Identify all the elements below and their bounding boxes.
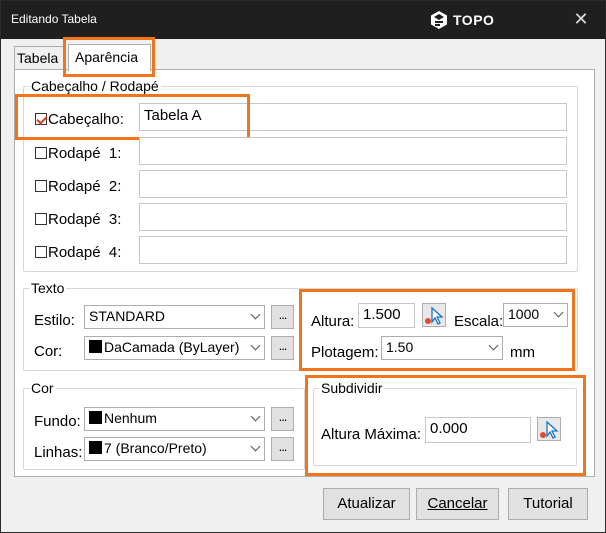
atualizar-button[interactable]: Atualizar [323, 488, 410, 520]
brand-name: TOPO [453, 12, 495, 28]
color-swatch-icon [89, 441, 102, 454]
fundo-label: Fundo: [34, 413, 81, 430]
color-swatch-icon [89, 411, 102, 424]
chevron-down-icon [488, 340, 499, 351]
title-bar: Editando Tabela TOPO ✕ [1, 1, 605, 39]
escala-select[interactable]: 1000 [503, 303, 568, 327]
tutorial-button[interactable]: Tutorial [508, 488, 588, 520]
linhas-label: Linhas: [34, 444, 83, 461]
cancelar-button[interactable]: Cancelar [416, 488, 499, 520]
estilo-label: Estilo: [34, 312, 75, 329]
group-cor-title: Cor [29, 380, 56, 396]
chevron-down-icon [250, 309, 261, 320]
estilo-select[interactable]: STANDARD [84, 305, 265, 329]
fundo-value: Nenhum [104, 410, 157, 426]
plotagem-value: 1.50 [386, 339, 414, 355]
fundo-more-button[interactable]: ... [271, 407, 294, 431]
checkbox-cabecalho[interactable]: Cabeçalho: [35, 111, 124, 128]
escala-label: Escala: [454, 313, 504, 330]
cabecalho-label: Cabeçalho: [48, 111, 124, 128]
group-header-footer-title: Cabeçalho / Rodapé [29, 78, 161, 94]
rodape-4-check-icon[interactable] [35, 246, 47, 258]
plotagem-label: Plotagem: [311, 344, 379, 361]
checkbox-rodape-1[interactable]: Rodapé 1: [35, 145, 121, 162]
estilo-more-button[interactable]: ... [271, 305, 294, 329]
estilo-value: STANDARD [89, 308, 165, 324]
chevron-down-icon [250, 441, 261, 452]
cor-more-button[interactable]: ... [271, 336, 294, 360]
altura-maxima-label: Altura Máxima: [321, 426, 422, 443]
rodape-2-input[interactable] [139, 170, 567, 198]
rodape-1-label: Rodapé 1: [48, 145, 122, 162]
rodape-3-label: Rodapé 3: [48, 211, 122, 228]
altura-pick-button[interactable] [422, 303, 446, 327]
group-subdividir-title: Subdividir [319, 380, 385, 396]
cor-value: DaCamada (ByLayer) [104, 339, 240, 355]
rodape-4-input[interactable] [139, 236, 567, 264]
escala-value: 1000 [508, 306, 540, 322]
tab-tabela[interactable]: Tabela [14, 46, 66, 70]
color-swatch-icon [89, 340, 102, 353]
tab-tabela-label: Tabela [17, 50, 59, 66]
cor-label: Cor: [34, 343, 63, 360]
altura-label: Altura: [311, 313, 355, 330]
window-title: Editando Tabela [11, 12, 97, 26]
altura-maxima-input[interactable]: 0.000 [425, 417, 531, 443]
linhas-select[interactable]: 7 (Branco/Preto) [84, 437, 265, 461]
checkbox-rodape-2[interactable]: Rodapé 2: [35, 178, 121, 195]
linhas-value: 7 (Branco/Preto) [104, 440, 207, 456]
checkbox-rodape-4[interactable]: Rodapé 4: [35, 244, 121, 261]
rodape-3-check-icon[interactable] [35, 213, 47, 225]
topo-logo-icon [431, 11, 447, 29]
plotagem-select[interactable]: 1.50 [381, 336, 503, 360]
unit-mm: mm [510, 344, 535, 361]
rodape-1-input[interactable] [139, 137, 567, 165]
tab-aparencia[interactable]: Aparência [68, 44, 151, 71]
cabecalho-check-icon[interactable] [35, 113, 47, 125]
cabecalho-input[interactable]: Tabela A [139, 103, 567, 131]
rodape-2-label: Rodapé 2: [48, 178, 122, 195]
altura-input[interactable]: 1.500 [358, 303, 415, 328]
rodape-2-check-icon[interactable] [35, 180, 47, 192]
chevron-down-icon [250, 340, 261, 351]
altura-maxima-pick-button[interactable] [537, 417, 561, 441]
rodape-1-check-icon[interactable] [35, 147, 47, 159]
group-texto-title: Texto [29, 280, 67, 296]
chevron-down-icon [250, 411, 261, 422]
dialog-window: Editando Tabela TOPO ✕ Tabela Aparência … [0, 0, 606, 533]
chevron-down-icon [553, 307, 564, 318]
checkbox-rodape-3[interactable]: Rodapé 3: [35, 211, 121, 228]
cor-select[interactable]: DaCamada (ByLayer) [84, 336, 265, 360]
pick-cursor-icon [540, 420, 559, 439]
rodape-3-input[interactable] [139, 203, 567, 231]
fundo-select[interactable]: Nenhum [84, 407, 265, 431]
tab-aparencia-label: Aparência [75, 49, 139, 65]
linhas-more-button[interactable]: ... [271, 437, 294, 461]
brand-logo: TOPO [429, 10, 494, 30]
close-icon[interactable]: ✕ [572, 9, 590, 29]
rodape-4-label: Rodapé 4: [48, 244, 122, 261]
pick-cursor-icon [425, 306, 444, 325]
